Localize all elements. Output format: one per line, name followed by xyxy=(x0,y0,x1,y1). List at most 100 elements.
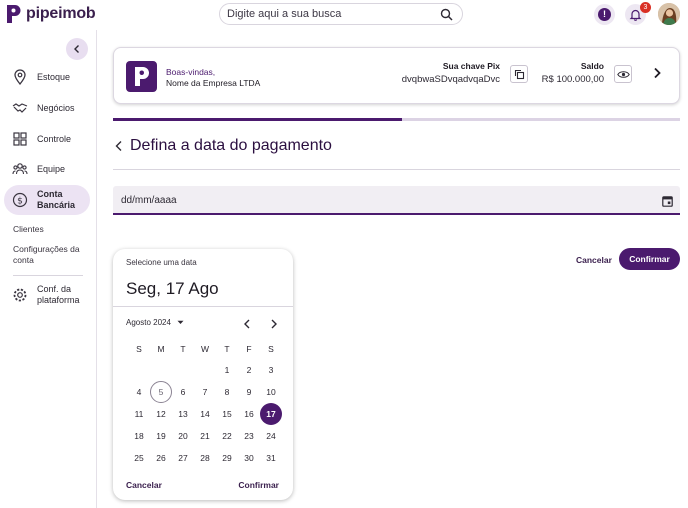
day-cell[interactable]: 18 xyxy=(128,425,150,447)
next-month-icon[interactable] xyxy=(269,319,278,329)
day-cell[interactable]: 29 xyxy=(216,447,238,469)
day-cell-selected[interactable]: 17 xyxy=(260,403,282,425)
date-picker-dialog: Selecione uma data Seg, 17 Ago Agosto 20… xyxy=(113,249,293,500)
sidebar-item-conta-bancaria[interactable]: $ Conta Bancária xyxy=(4,185,90,215)
day-cell[interactable]: 8 xyxy=(216,381,238,403)
balance-value: R$ 100.000,00 xyxy=(541,74,604,85)
weekday-label: T xyxy=(224,344,230,354)
picker-cancel-button[interactable]: Cancelar xyxy=(126,480,162,490)
pix-key-value: dvqbwaSDvqadvqaDvc xyxy=(401,74,500,85)
day-cell[interactable]: 30 xyxy=(238,447,260,469)
step-progress-bar xyxy=(113,118,680,121)
sidebar-divider xyxy=(13,275,83,276)
sidebar-item-conf-plataforma[interactable]: Conf. da plataforma xyxy=(4,280,90,310)
caret-down-icon xyxy=(177,320,184,324)
gear-icon xyxy=(13,288,27,302)
day-cell[interactable]: 28 xyxy=(194,447,216,469)
dollar-circle-icon: $ xyxy=(12,192,28,208)
notification-badge: 3 xyxy=(640,2,651,13)
search-input[interactable]: Digite aqui a sua busca xyxy=(227,8,341,20)
eye-icon xyxy=(617,71,630,78)
sidebar-item-negocios[interactable]: Negócios xyxy=(4,93,90,123)
svg-text:$: $ xyxy=(17,197,23,207)
day-cell[interactable]: 26 xyxy=(150,447,172,469)
day-cell[interactable]: 14 xyxy=(194,403,216,425)
user-avatar[interactable] xyxy=(658,3,680,25)
weekday-label: S xyxy=(268,344,274,354)
brand-name: pipeimob xyxy=(26,5,96,22)
sidebar-subitem-configuracoes[interactable]: Configurações da conta xyxy=(13,244,83,266)
day-cell[interactable]: 20 xyxy=(172,425,194,447)
chevron-right-icon[interactable] xyxy=(652,67,662,79)
chevron-left-icon xyxy=(74,45,79,53)
search-bar[interactable]: Digite aqui a sua busca xyxy=(219,3,463,25)
picker-confirm-button[interactable]: Confirmar xyxy=(238,480,279,490)
weekday-label: M xyxy=(157,344,165,354)
sidebar-subitem-clientes[interactable]: Clientes xyxy=(13,224,44,235)
step-progress-fill xyxy=(113,118,403,121)
sidebar-item-controle[interactable]: Controle xyxy=(4,124,90,154)
brand-logo[interactable]: pipeimob xyxy=(6,4,96,24)
day-cell[interactable]: 9 xyxy=(238,381,260,403)
month-year-selector[interactable]: Agosto 2024 xyxy=(126,318,184,327)
month-year-label: Agosto 2024 xyxy=(126,318,171,327)
company-logo xyxy=(126,61,157,92)
day-cell[interactable]: 27 xyxy=(172,447,194,469)
team-icon xyxy=(12,163,28,175)
top-bar: pipeimob Digite aqui a sua busca ! 3 xyxy=(0,0,688,30)
sidebar-item-equipe[interactable]: Equipe xyxy=(4,154,90,184)
weekday-label: F xyxy=(246,344,252,354)
picker-divider xyxy=(113,306,293,307)
handshake-icon xyxy=(12,103,28,113)
sidebar-item-label: Conta Bancária xyxy=(37,189,76,210)
sidebar-item-estoque[interactable]: Estoque xyxy=(4,62,90,92)
toggle-balance-button[interactable] xyxy=(614,65,632,83)
day-cell[interactable]: 7 xyxy=(194,381,216,403)
previous-month-icon[interactable] xyxy=(243,319,252,329)
picker-selected-date: Seg, 17 Ago xyxy=(126,279,219,298)
day-cell[interactable]: 19 xyxy=(150,425,172,447)
pix-key-label: Sua chave Pix xyxy=(442,61,500,71)
cancel-button[interactable]: Cancelar xyxy=(576,255,612,265)
day-cell[interactable]: 23 xyxy=(238,425,260,447)
company-name: Nome da Empresa LTDA xyxy=(166,78,261,88)
day-cell[interactable]: 24 xyxy=(260,425,282,447)
day-cell[interactable]: 4 xyxy=(128,381,150,403)
sidebar-item-label: Controle xyxy=(37,133,72,144)
weekday-label: T xyxy=(180,344,186,354)
sidebar-item-label: Conf. da plataforma xyxy=(37,284,80,305)
collapse-sidebar-button[interactable] xyxy=(66,38,88,60)
alert-button[interactable]: ! xyxy=(594,4,615,25)
day-cell[interactable]: 25 xyxy=(128,447,150,469)
day-cell[interactable]: 13 xyxy=(172,403,194,425)
sidebar-item-label: Negócios xyxy=(37,102,75,113)
payment-date-field[interactable]: dd/mm/aaaa xyxy=(113,186,680,215)
day-cell[interactable]: 16 xyxy=(238,403,260,425)
calendar-icon[interactable] xyxy=(662,195,673,207)
welcome-text: Boas-vindas, xyxy=(166,67,216,77)
sidebar-item-label: Equipe xyxy=(37,163,66,174)
payment-date-input[interactable]: dd/mm/aaaa xyxy=(121,195,177,206)
confirm-button[interactable]: Confirmar xyxy=(619,248,680,270)
day-cell[interactable]: 6 xyxy=(172,381,194,403)
sidebar: Estoque Negócios Controle Equipe $ Conta… xyxy=(0,30,97,508)
day-cell[interactable]: 1 xyxy=(216,359,238,381)
picker-title: Selecione uma data xyxy=(126,258,197,267)
back-arrow-icon[interactable] xyxy=(114,140,124,152)
weekday-label: S xyxy=(136,344,142,354)
title-divider xyxy=(113,169,680,170)
day-cell[interactable]: 21 xyxy=(194,425,216,447)
search-icon[interactable] xyxy=(440,8,453,21)
logo-icon xyxy=(135,67,149,86)
day-cell[interactable]: 11 xyxy=(128,403,150,425)
day-cell[interactable]: 10 xyxy=(260,381,282,403)
day-cell[interactable]: 22 xyxy=(216,425,238,447)
day-cell[interactable]: 31 xyxy=(260,447,282,469)
copy-pix-button[interactable] xyxy=(510,65,528,83)
day-cell[interactable]: 12 xyxy=(150,403,172,425)
alert-icon: ! xyxy=(598,8,611,21)
day-cell[interactable]: 5 xyxy=(150,381,172,403)
day-cell[interactable]: 15 xyxy=(216,403,238,425)
day-cell[interactable]: 2 xyxy=(238,359,260,381)
day-cell[interactable]: 3 xyxy=(260,359,282,381)
